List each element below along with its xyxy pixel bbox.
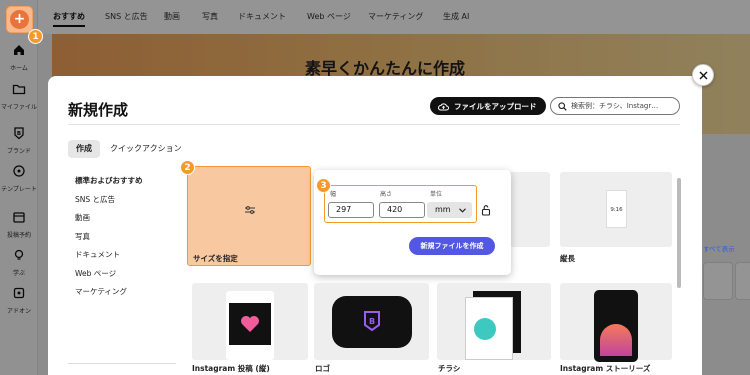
card-hidden-template[interactable] (505, 172, 550, 247)
card-label-instagram-post: Instagram 投稿 (縦) (192, 364, 270, 373)
height-label: 高さ (380, 191, 393, 198)
card-label-flyer: チラシ (438, 364, 461, 373)
flyer-sticker (474, 318, 496, 340)
height-input[interactable]: 420 (379, 202, 425, 218)
template-search-input[interactable]: 検索例：チラシ、Instagr… (550, 97, 680, 115)
card-instagram-post[interactable] (192, 283, 308, 360)
story-graphic (600, 324, 632, 356)
sliders-icon (245, 206, 255, 214)
create-new-file-button[interactable]: 新規ファイルを作成 (409, 237, 495, 255)
modal-title: 新規作成 (68, 101, 129, 119)
close-icon (699, 71, 707, 79)
width-label: 幅 (330, 191, 337, 198)
step-badge: 2 (180, 160, 195, 175)
upload-button-label: ファイルをアップロード (454, 101, 537, 111)
search-icon (558, 101, 567, 111)
flyer-thumbnail (465, 297, 513, 360)
card-label-logo: ロゴ (315, 364, 330, 373)
phone-thumbnail (226, 291, 274, 360)
card-label-portrait: 縦長 (560, 254, 575, 263)
category-marketing[interactable]: マーケティング (75, 286, 127, 297)
unit-value: mm (435, 205, 451, 214)
card-label-custom-size: サイズを指定 (193, 254, 238, 263)
category-sns-ads[interactable]: SNS と広告 (75, 194, 115, 205)
step-badge: 1 (28, 29, 43, 44)
category-video[interactable]: 動画 (75, 212, 90, 223)
card-label-instagram-story: Instagram ストーリーズ (560, 364, 651, 373)
search-placeholder: 検索例：チラシ、Instagr… (571, 102, 659, 110)
card-logo[interactable]: B (314, 283, 429, 360)
card-portrait[interactable]: 9:16 (560, 172, 672, 247)
create-new-button[interactable]: + (6, 6, 33, 33)
cloud-upload-icon (438, 102, 449, 110)
svg-text:B: B (369, 317, 375, 326)
app-root: おすすめ SNS と広告 動画 写真 ドキュメント Web ページ マーケティン… (0, 0, 750, 375)
category-standard[interactable]: 標準およびおすすめ (75, 175, 143, 186)
tab-create[interactable]: 作成 (68, 140, 100, 158)
upload-file-button[interactable]: ファイルをアップロード (430, 97, 546, 115)
plus-icon: + (10, 10, 29, 29)
see-all-link[interactable]: すべて表示 (703, 243, 735, 253)
width-input[interactable]: 297 (328, 202, 374, 218)
ratio-thumbnail: 9:16 (606, 190, 627, 228)
story-thumbnail (594, 290, 638, 362)
unit-select[interactable]: mm (427, 202, 472, 218)
heart-icon (241, 316, 259, 332)
category-webpage[interactable]: Web ページ (75, 268, 116, 279)
card-flyer[interactable] (437, 283, 551, 360)
modal-scrollbar[interactable] (677, 178, 681, 288)
unlock-icon[interactable] (481, 204, 491, 216)
divider (68, 124, 680, 125)
tab-quick-actions[interactable]: クイックアクション (110, 140, 182, 158)
brand-logo-icon: B (364, 311, 380, 332)
unit-label: 単位 (430, 191, 443, 198)
divider (68, 363, 176, 364)
card-instagram-story[interactable] (560, 283, 672, 362)
close-modal-button[interactable] (692, 64, 714, 86)
chevron-down-icon (459, 208, 466, 213)
category-photo[interactable]: 写真 (75, 231, 90, 242)
category-document[interactable]: ドキュメント (75, 249, 120, 260)
step-badge: 3 (316, 178, 331, 193)
card-custom-size[interactable] (187, 166, 311, 266)
